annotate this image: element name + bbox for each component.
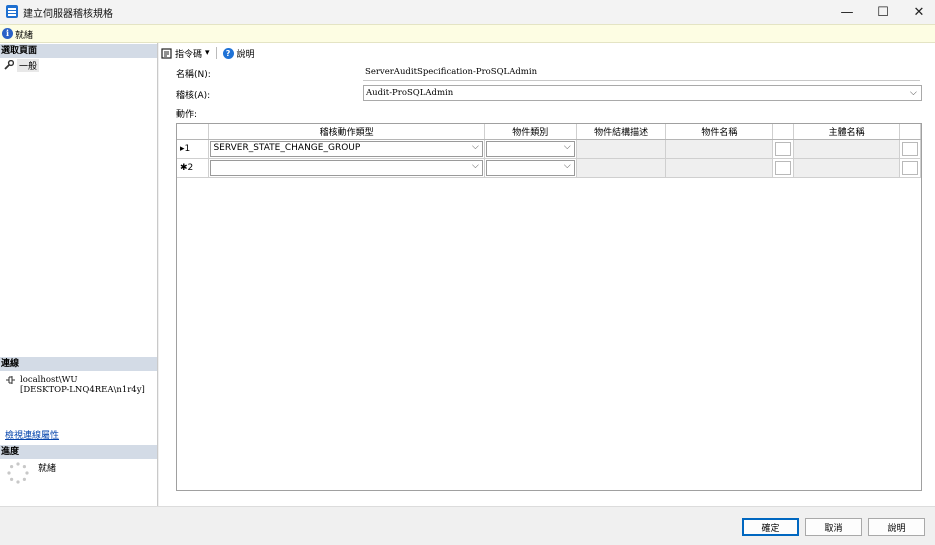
- object-name-cell: [665, 158, 774, 178]
- view-connection-properties-link[interactable]: 檢視連線屬性: [5, 428, 59, 441]
- connection-info: localhost\WU [DESKTOP-LNQ4REA\n1r4y]: [5, 375, 145, 395]
- close-button[interactable]: ✕: [901, 0, 935, 24]
- principal-browse-button[interactable]: [902, 160, 918, 175]
- chevron-down-icon[interactable]: ⌵: [472, 142, 479, 152]
- principal-name-cell: [793, 158, 900, 178]
- actions-label: 動作:: [176, 110, 198, 120]
- table-row[interactable]: ▸1 SERVER_STATE_CHANGE_GROUP ⌵ ⌵: [177, 139, 921, 159]
- object-browse-cell[interactable]: [772, 139, 795, 159]
- object-class-combo[interactable]: ⌵: [485, 140, 575, 157]
- column-header-object-browse: [772, 124, 795, 140]
- connection-plug-icon: [6, 376, 15, 384]
- status-text: 就緒: [15, 31, 34, 41]
- audit-select[interactable]: Audit-ProSQLAdmin: [363, 85, 922, 101]
- connection-server: localhost\WU: [20, 375, 78, 385]
- object-class-cell[interactable]: ⌵: [484, 139, 577, 159]
- toolbar: 指令碼 ▾ ? 說明: [161, 46, 255, 60]
- maximize-button[interactable]: ☐: [865, 0, 901, 24]
- object-browse-button[interactable]: [775, 160, 792, 175]
- page-item-general[interactable]: 一般: [4, 58, 40, 72]
- status-strip: i 就緒: [0, 24, 935, 43]
- info-icon: i: [2, 28, 13, 39]
- object-class-combo[interactable]: ⌵: [485, 159, 575, 176]
- action-type-value: SERVER_STATE_CHANGE_GROUP: [213, 142, 361, 153]
- chevron-down-icon[interactable]: ⌵: [564, 142, 571, 152]
- column-header-principal-browse: [899, 124, 921, 140]
- progress-header: 進度: [0, 445, 157, 459]
- chevron-down-icon[interactable]: ⌵: [564, 161, 571, 171]
- connection-user: [DESKTOP-LNQ4REA\n1r4y]: [20, 385, 145, 395]
- left-panel: 選取頁面 一般 連線 localhost\WU [DESKTOP-LNQ4REA…: [0, 43, 158, 506]
- title-bar: 建立伺服器稽核規格 — ☐ ✕: [0, 0, 935, 24]
- column-header-row-selector: [177, 124, 210, 140]
- wrench-icon: [4, 60, 14, 70]
- column-header-principal-name[interactable]: 主體名稱: [793, 124, 900, 140]
- object-name-cell: [665, 139, 774, 159]
- toolbar-separator: [215, 47, 217, 59]
- column-header-action-type[interactable]: 稽核動作類型: [208, 124, 485, 140]
- ok-button[interactable]: 確定: [742, 518, 799, 536]
- chevron-down-icon[interactable]: ⌵: [910, 88, 917, 98]
- dialog-footer: 確定 取消 說明: [0, 506, 935, 545]
- main-panel: 指令碼 ▾ ? 說明 名稱(N): 稽核(A): Audit-ProSQLAdm…: [159, 43, 935, 506]
- principal-browse-button[interactable]: [902, 141, 918, 156]
- column-header-object-schema[interactable]: 物件結構描述: [576, 124, 667, 140]
- audit-select-value: Audit-ProSQLAdmin: [366, 88, 454, 98]
- action-type-combo[interactable]: SERVER_STATE_CHANGE_GROUP ⌵: [210, 140, 483, 157]
- actions-grid: 稽核動作類型 物件類別 物件結構描述 物件名稱 主體名稱 ▸1 SERVER_S…: [176, 123, 922, 491]
- progress-spinner-icon: [7, 462, 29, 484]
- progress-text: 就緒: [38, 464, 57, 474]
- help-button[interactable]: 說明: [868, 518, 925, 536]
- help-icon[interactable]: ?: [222, 47, 234, 59]
- name-label: 名稱(N):: [176, 70, 211, 80]
- select-page-header: 選取頁面: [0, 44, 157, 58]
- name-input[interactable]: [363, 64, 920, 81]
- minimize-button[interactable]: —: [829, 0, 865, 24]
- help-toolbar-button[interactable]: 說明: [237, 47, 255, 60]
- column-header-object-class[interactable]: 物件類別: [484, 124, 577, 140]
- audit-label: 稽核(A):: [176, 91, 211, 101]
- row-marker[interactable]: ▸1: [177, 139, 210, 159]
- progress-area: 就緒: [6, 461, 56, 485]
- row-marker[interactable]: ✱2: [177, 158, 210, 178]
- object-browse-button[interactable]: [775, 141, 792, 156]
- script-dropdown-icon[interactable]: ▾: [205, 48, 210, 58]
- connection-header: 連線: [0, 357, 157, 371]
- grid-header-row: 稽核動作類型 物件類別 物件結構描述 物件名稱 主體名稱: [177, 124, 921, 140]
- table-row[interactable]: ✱2 ⌵ ⌵: [177, 158, 921, 178]
- app-database-icon: [6, 5, 18, 18]
- principal-browse-cell[interactable]: [899, 139, 921, 159]
- window-title: 建立伺服器稽核規格: [23, 9, 113, 20]
- object-schema-cell: [576, 139, 667, 159]
- action-type-combo[interactable]: ⌵: [210, 159, 483, 176]
- script-icon[interactable]: [161, 47, 172, 59]
- cancel-button[interactable]: 取消: [805, 518, 862, 536]
- chevron-down-icon[interactable]: ⌵: [472, 161, 479, 171]
- action-type-cell[interactable]: SERVER_STATE_CHANGE_GROUP ⌵: [208, 139, 485, 159]
- script-button[interactable]: 指令碼: [175, 47, 202, 60]
- principal-browse-cell[interactable]: [899, 158, 921, 178]
- object-browse-cell[interactable]: [772, 158, 795, 178]
- page-item-label: 一般: [17, 58, 40, 72]
- action-type-cell[interactable]: ⌵: [208, 158, 485, 178]
- column-header-object-name[interactable]: 物件名稱: [665, 124, 774, 140]
- object-class-cell[interactable]: ⌵: [484, 158, 577, 178]
- principal-name-cell: [793, 139, 900, 159]
- object-schema-cell: [576, 158, 667, 178]
- actions-table: 稽核動作類型 物件類別 物件結構描述 物件名稱 主體名稱 ▸1 SERVER_S…: [177, 124, 921, 178]
